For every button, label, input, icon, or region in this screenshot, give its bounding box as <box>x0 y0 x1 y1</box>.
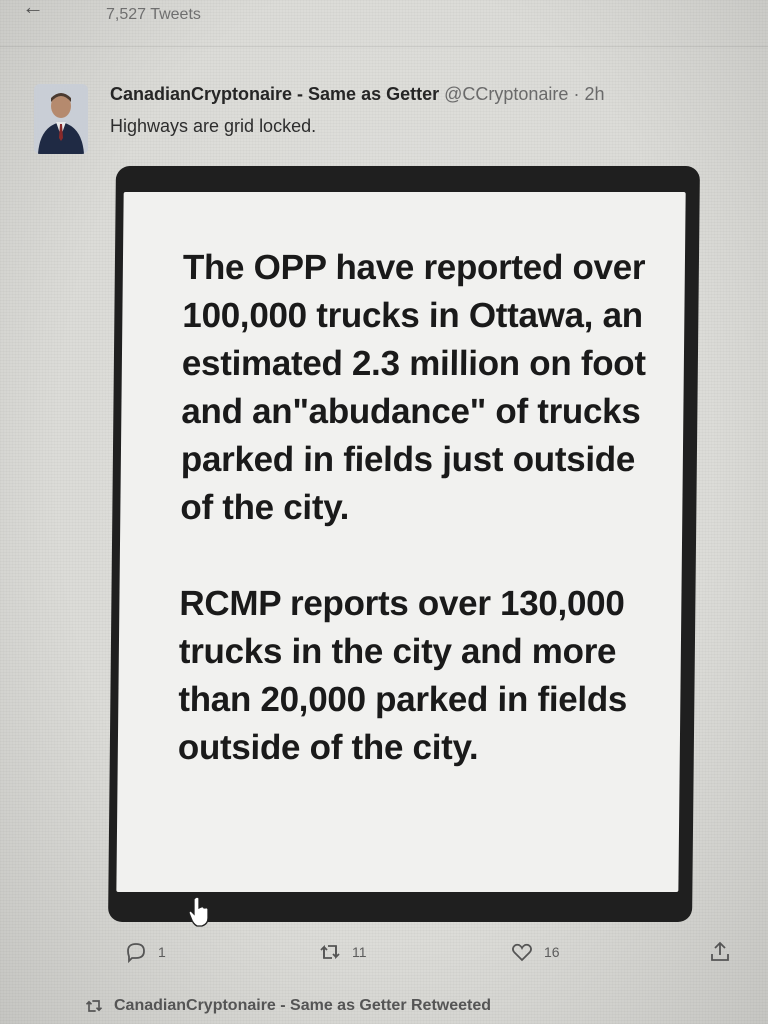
share-action[interactable] <box>708 940 732 964</box>
like-count: 16 <box>544 944 560 960</box>
reply-count: 1 <box>158 944 166 960</box>
back-arrow-icon[interactable]: ← <box>22 0 44 20</box>
media-paragraph-2: RCMP reports over 130,000 trucks in the … <box>177 584 628 767</box>
divider <box>0 46 768 47</box>
author-name[interactable]: CanadianCryptonaire - Same as Getter <box>110 84 439 104</box>
retweet-notice[interactable]: CanadianCryptonaire - Same as Getter Ret… <box>84 996 491 1016</box>
tweet-text: Highways are grid locked. <box>110 116 317 136</box>
tweet-time[interactable]: 2h <box>584 84 604 104</box>
heart-icon <box>512 943 532 962</box>
share-icon <box>711 941 729 961</box>
retweet-icon <box>320 944 340 960</box>
retweet-notice-text: CanadianCryptonaire - Same as Getter Ret… <box>114 997 492 1014</box>
tweet-actions: 1 11 16 <box>0 940 768 970</box>
reply-icon <box>127 943 145 964</box>
tweet-count: 7,527 Tweets <box>106 6 201 23</box>
retweet-count: 11 <box>352 944 367 960</box>
tweet-media[interactable]: The OPP have reported over 100,000 truck… <box>108 166 700 922</box>
hand-cursor-icon <box>188 896 209 927</box>
media-paragraph-1: The OPP have reported over 100,000 truck… <box>180 248 646 527</box>
avatar-image <box>34 84 88 154</box>
author-handle[interactable]: @CCryptonaire <box>444 84 568 104</box>
retweet-icon <box>85 1000 103 1012</box>
reply-action[interactable]: 1 <box>124 940 166 964</box>
media-text: The OPP have reported over 100,000 truck… <box>177 244 653 820</box>
separator: · <box>573 84 580 104</box>
like-action[interactable]: 16 <box>510 940 560 964</box>
avatar[interactable] <box>34 84 88 154</box>
retweet-action[interactable]: 11 <box>318 940 367 964</box>
media-image: The OPP have reported over 100,000 truck… <box>116 192 686 892</box>
tweet-header: CanadianCryptonaire - Same as Getter @CC… <box>110 84 605 105</box>
